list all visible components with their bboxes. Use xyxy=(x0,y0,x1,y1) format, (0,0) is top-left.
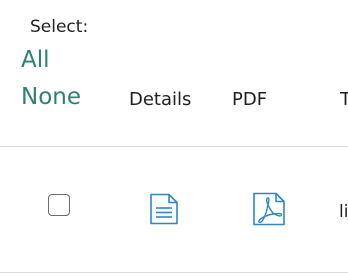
row-title[interactable]: li xyxy=(339,202,348,222)
column-header-details: Details xyxy=(129,89,192,110)
pdf-icon[interactable] xyxy=(252,192,286,226)
column-header-title: T xyxy=(340,89,348,110)
table-row: li xyxy=(0,147,348,272)
results-table: Select: All None Details PDF T li xyxy=(0,0,348,276)
select-all-link[interactable]: All xyxy=(21,47,50,73)
document-icon[interactable] xyxy=(149,193,179,225)
column-header-pdf: PDF xyxy=(232,89,268,110)
row-select-checkbox[interactable] xyxy=(48,194,70,216)
row-divider xyxy=(0,272,348,273)
select-label: Select: xyxy=(30,17,89,37)
select-none-link[interactable]: None xyxy=(21,84,81,110)
table-header: Select: All None Details PDF T xyxy=(0,0,348,146)
